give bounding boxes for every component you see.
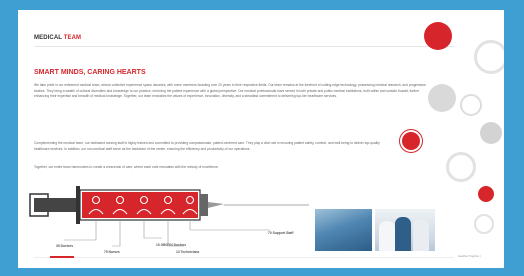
- outline-circle-low: [446, 152, 476, 182]
- header-label-accent: TEAM: [63, 35, 82, 41]
- red-ring-circle: [402, 132, 420, 150]
- team-intro-paragraph: We take pride in our esteemed medical te…: [34, 83, 426, 99]
- team-photo-surgeons: [315, 209, 372, 251]
- obgyn-count-label: 10 OBGYN Doctors: [156, 243, 187, 247]
- footer-accent-bar: [50, 256, 74, 258]
- grey-circle-small: [480, 122, 502, 144]
- closing-paragraph: Together, our entire team harmonizes to …: [34, 165, 219, 169]
- syringe-icon: [29, 186, 309, 224]
- grey-circle-mid: [428, 84, 456, 112]
- team-photo-doctors: [375, 209, 435, 251]
- outline-circle-top: [474, 40, 504, 74]
- red-circle-top: [424, 22, 452, 50]
- footer-tagline: Healthier Together |: [458, 255, 481, 258]
- nurses-count-label: 75 Nurses: [104, 250, 120, 254]
- syringe-infographic: [29, 186, 309, 247]
- outline-circle-bottom: [474, 214, 494, 234]
- outline-circle-mid: [460, 94, 482, 116]
- section-heading: SMART MINDS, CARING HEARTS: [34, 69, 146, 76]
- support-staff-count-label: 70 Support Staff: [268, 231, 294, 235]
- red-circle-low: [478, 186, 494, 202]
- doctors-count-label: 35 Doctors: [56, 244, 74, 248]
- technicians-count-label: 13 Technicians: [176, 250, 200, 254]
- page-header-label: MEDICAL TEAM: [34, 35, 81, 41]
- team-photos: [315, 209, 435, 251]
- nursing-paragraph: Complementing the medical team, our dedi…: [34, 141, 380, 151]
- brochure-page: MEDICAL TEAM SMART MINDS, CARING HEARTS …: [18, 10, 504, 268]
- header-divider: [34, 46, 454, 47]
- footer-divider: [34, 257, 454, 258]
- header-label-main: MEDICAL: [34, 35, 64, 41]
